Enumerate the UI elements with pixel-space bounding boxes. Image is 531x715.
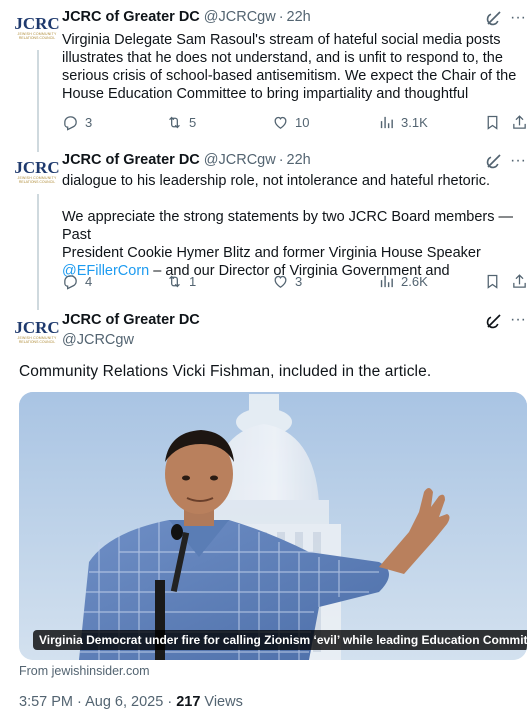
action-bar: 3 5 10 3.1K	[62, 112, 528, 132]
views-label: Views	[200, 694, 243, 710]
action-bar: 4 1 3 2.6K	[62, 271, 528, 291]
like-count: 10	[295, 114, 310, 130]
avatar-logo-sub: RELATIONS COUNCIL	[18, 36, 56, 40]
tweet-text-line: President Cookie Hymer Blitz and former …	[62, 245, 481, 261]
reply-count: 4	[85, 273, 93, 289]
tweet-text-line: House Education Committee to bring impar…	[62, 86, 469, 102]
like-button[interactable]: 3	[272, 271, 302, 291]
capitol-photo	[19, 392, 527, 660]
repost-icon	[169, 116, 180, 128]
like-button[interactable]: 10	[272, 112, 309, 132]
tweet-text-line: serious crisis of school-based antisemit…	[62, 68, 517, 84]
repost-icon	[169, 275, 180, 287]
repost-count: 1	[189, 273, 197, 289]
reply-count: 3	[85, 114, 93, 130]
views-chart-icon	[380, 275, 393, 287]
tweet-3[interactable]: JCRC JEWISH COMMUNITY RELATIONS COUNCIL …	[0, 304, 531, 715]
views-count: 217	[176, 694, 201, 710]
article-source[interactable]: From jewishinsider.com	[19, 664, 150, 678]
tweet-text-line: illustrates that he does not understand,…	[62, 50, 503, 66]
tweet-header: JCRC of Greater DC @JCRCgw · 22h	[62, 150, 311, 170]
share-icon	[513, 114, 526, 129]
avatar-logo-text: JCRC	[14, 14, 60, 33]
author-name[interactable]: JCRC of Greater DC	[62, 312, 200, 328]
tweet-time[interactable]: 22h	[287, 152, 311, 168]
views-button[interactable]: 3.1K	[378, 112, 428, 132]
heart-icon	[274, 116, 287, 129]
grok-icon[interactable]	[485, 9, 503, 27]
thread-line	[37, 194, 39, 304]
views-button[interactable]: 2.6K	[378, 271, 428, 291]
separator-dot: ·	[278, 9, 284, 25]
tweet-text-line: Virginia Delegate Sam Rasoul's stream of…	[62, 32, 501, 48]
tweet-2[interactable]: JCRC JEWISH COMMUNITY RELATIONS COUNCIL …	[0, 148, 531, 304]
heart-icon	[274, 275, 287, 288]
separator-dot: ·	[278, 152, 284, 168]
tweet-text-line: We appreciate the strong statements by t…	[62, 209, 514, 243]
author-handle[interactable]: @JCRCgw	[62, 332, 200, 348]
reply-button[interactable]: 3	[62, 112, 92, 132]
repost-button[interactable]: 5	[166, 112, 196, 132]
author-name[interactable]: JCRC of Greater DC	[62, 9, 200, 25]
avatar[interactable]: JCRC JEWISH COMMUNITY RELATIONS COUNCIL	[14, 312, 60, 352]
share-button[interactable]	[511, 271, 528, 291]
reply-button[interactable]: 4	[62, 271, 92, 291]
bookmark-button[interactable]	[484, 271, 501, 291]
tweet-1[interactable]: JCRC JEWISH COMMUNITY RELATIONS COUNCIL …	[0, 0, 531, 148]
more-icon[interactable]: ···	[509, 9, 527, 27]
avatar-logo-sub: RELATIONS COUNCIL	[18, 180, 56, 184]
tweet-text: Virginia Delegate Sam Rasoul's stream of…	[62, 31, 522, 103]
share-icon	[513, 273, 526, 288]
author-handle[interactable]: @JCRCgw	[204, 152, 276, 168]
tweet-text-line: dialogue to his leadership role, not int…	[62, 173, 491, 189]
views-count: 2.6K	[401, 273, 428, 289]
article-card-image[interactable]: Virginia Democrat under fire for calling…	[19, 392, 527, 660]
avatar-logo-sub: RELATIONS COUNCIL	[18, 340, 56, 344]
author-handle[interactable]: @JCRCgw	[204, 9, 276, 25]
views-chart-icon	[380, 116, 393, 128]
tweet-timestamp[interactable]: 3:57 PM · Aug 6, 2025 ·	[19, 694, 176, 710]
bookmark-button[interactable]	[484, 112, 501, 132]
avatar[interactable]: JCRC JEWISH COMMUNITY RELATIONS COUNCIL	[14, 152, 60, 192]
tweet-time[interactable]: 22h	[287, 9, 311, 25]
thread-line	[37, 50, 39, 148]
reply-icon	[64, 274, 77, 290]
thread-line	[37, 304, 39, 310]
views-count: 3.1K	[401, 114, 428, 130]
article-headline-caption: Virginia Democrat under fire for calling…	[33, 630, 527, 650]
tweet-header: JCRC of Greater DC @JCRCgw · 22h	[62, 7, 311, 27]
repost-count: 5	[189, 114, 197, 130]
author-block: JCRC of Greater DC @JCRCgw	[62, 312, 200, 348]
grok-icon[interactable]	[485, 312, 503, 330]
like-count: 3	[295, 273, 303, 289]
avatar-logo-text: JCRC	[14, 158, 60, 177]
tweet-text: dialogue to his leadership role, not int…	[62, 172, 522, 280]
tweet-text: Community Relations Vicki Fishman, inclu…	[19, 363, 432, 380]
more-icon[interactable]: ···	[509, 311, 527, 329]
reply-icon	[64, 115, 77, 131]
author-name[interactable]: JCRC of Greater DC	[62, 152, 200, 168]
more-icon[interactable]: ···	[509, 152, 527, 170]
repost-button[interactable]: 1	[166, 271, 196, 291]
avatar-logo-text: JCRC	[14, 318, 60, 337]
tweet-metadata: 3:57 PM · Aug 6, 2025 · 217 Views	[19, 694, 243, 710]
grok-icon[interactable]	[485, 152, 503, 170]
share-button[interactable]	[511, 112, 528, 132]
bookmark-icon	[487, 115, 498, 130]
avatar[interactable]: JCRC JEWISH COMMUNITY RELATIONS COUNCIL	[14, 8, 60, 48]
bookmark-icon	[487, 274, 498, 289]
